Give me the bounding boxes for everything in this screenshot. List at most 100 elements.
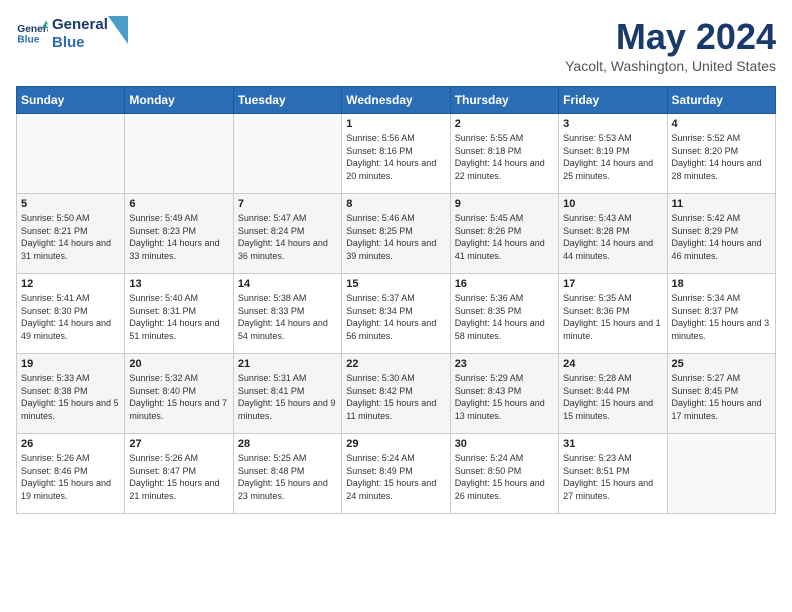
header-monday: Monday xyxy=(125,87,233,114)
calendar-body: 1Sunrise: 5:56 AM Sunset: 8:16 PM Daylig… xyxy=(17,114,776,514)
day-number: 7 xyxy=(238,198,337,210)
calendar-cell xyxy=(233,114,341,194)
calendar-header: SundayMondayTuesdayWednesdayThursdayFrid… xyxy=(17,87,776,114)
day-info: Sunrise: 5:27 AM Sunset: 8:45 PM Dayligh… xyxy=(672,372,771,422)
day-number: 23 xyxy=(455,358,554,370)
logo-line1: General xyxy=(52,16,108,34)
calendar-cell: 4Sunrise: 5:52 AM Sunset: 8:20 PM Daylig… xyxy=(667,114,775,194)
calendar-cell: 19Sunrise: 5:33 AM Sunset: 8:38 PM Dayli… xyxy=(17,354,125,434)
calendar-cell: 2 Sunrise: 5:55 AM Sunset: 8:18 PM Daylig… xyxy=(450,114,558,194)
day-number: 28 xyxy=(238,438,337,450)
header-saturday: Saturday xyxy=(667,87,775,114)
day-number: 9 xyxy=(455,198,554,210)
day-number: 15 xyxy=(346,278,445,290)
calendar-cell: 29 Sunrise: 5:24 AM Sunset: 8:49 PM Dayli… xyxy=(342,434,450,514)
day-number: 2 xyxy=(455,118,554,130)
calendar-cell: 23 Sunrise: 5:29 AM Sunset: 8:43 PM Dayli… xyxy=(450,354,558,434)
day-info: Sunrise: 5:26 AM Sunset: 8:46 PM Dayligh… xyxy=(21,452,120,502)
header-row: SundayMondayTuesdayWednesdayThursdayFrid… xyxy=(17,87,776,114)
day-info: Sunrise: 5:33 AM Sunset: 8:38 PM Dayligh… xyxy=(21,372,120,422)
calendar-cell: 10 Sunrise: 5:43 AM Sunset: 8:28 PM Dayli… xyxy=(559,194,667,274)
calendar-cell: 11Sunrise: 5:42 AM Sunset: 8:29 PM Dayli… xyxy=(667,194,775,274)
day-info: Sunrise: 5:34 AM Sunset: 8:37 PM Dayligh… xyxy=(672,292,771,342)
logo-line2: Blue xyxy=(52,34,108,52)
calendar-cell xyxy=(667,434,775,514)
day-number: 27 xyxy=(129,438,228,450)
calendar-cell xyxy=(125,114,233,194)
header-wednesday: Wednesday xyxy=(342,87,450,114)
calendar-cell: 21Sunrise: 5:31 AM Sunset: 8:41 PM Dayli… xyxy=(233,354,341,434)
calendar-cell: 18 Sunrise: 5:34 AM Sunset: 8:37 PM Dayli… xyxy=(667,274,775,354)
title-area: May 2024 Yacolt, Washington, United Stat… xyxy=(565,16,776,74)
calendar-cell: 8 Sunrise: 5:46 AM Sunset: 8:25 PM Daylig… xyxy=(342,194,450,274)
day-number: 3 xyxy=(563,118,662,130)
day-info: Sunrise: 5:24 AM Sunset: 8:49 PM Dayligh… xyxy=(346,452,445,502)
header-thursday: Thursday xyxy=(450,87,558,114)
logo: General Blue General Blue xyxy=(16,16,128,52)
day-number: 26 xyxy=(21,438,120,450)
day-number: 10 xyxy=(563,198,662,210)
logo-triangle-icon xyxy=(108,16,128,44)
day-info: Sunrise: 5:28 AM Sunset: 8:44 PM Dayligh… xyxy=(563,372,662,422)
calendar-cell: 28 Sunrise: 5:25 AM Sunset: 8:48 PM Dayli… xyxy=(233,434,341,514)
calendar-cell: 31Sunrise: 5:23 AM Sunset: 8:51 PM Dayli… xyxy=(559,434,667,514)
day-number: 20 xyxy=(129,358,228,370)
day-number: 22 xyxy=(346,358,445,370)
day-number: 29 xyxy=(346,438,445,450)
week-row: 26 Sunrise: 5:26 AM Sunset: 8:46 PM Dayli… xyxy=(17,434,776,514)
day-info: Sunrise: 5:40 AM Sunset: 8:31 PM Dayligh… xyxy=(129,292,228,342)
location: Yacolt, Washington, United States xyxy=(565,58,776,74)
logo-icon: General Blue xyxy=(16,18,48,50)
calendar-cell: 30Sunrise: 5:24 AM Sunset: 8:50 PM Dayli… xyxy=(450,434,558,514)
calendar-cell: 7 Sunrise: 5:47 AM Sunset: 8:24 PM Daylig… xyxy=(233,194,341,274)
calendar-cell: 25 Sunrise: 5:27 AM Sunset: 8:45 PM Dayli… xyxy=(667,354,775,434)
day-number: 25 xyxy=(672,358,771,370)
day-info: Sunrise: 5:46 AM Sunset: 8:25 PM Dayligh… xyxy=(346,212,445,262)
header-friday: Friday xyxy=(559,87,667,114)
week-row: 12 Sunrise: 5:41 AM Sunset: 8:30 PM Dayli… xyxy=(17,274,776,354)
day-info: Sunrise: 5:50 AM Sunset: 8:21 PM Dayligh… xyxy=(21,212,120,262)
day-info: Sunrise: 5:37 AM Sunset: 8:34 PM Dayligh… xyxy=(346,292,445,342)
day-info: Sunrise: 5:25 AM Sunset: 8:48 PM Dayligh… xyxy=(238,452,337,502)
day-info: Sunrise: 5:47 AM Sunset: 8:24 PM Dayligh… xyxy=(238,212,337,262)
day-info: Sunrise: 5:31 AM Sunset: 8:41 PM Dayligh… xyxy=(238,372,337,422)
header-sunday: Sunday xyxy=(17,87,125,114)
day-info: Sunrise: 5:29 AM Sunset: 8:43 PM Dayligh… xyxy=(455,372,554,422)
calendar-cell: 26 Sunrise: 5:26 AM Sunset: 8:46 PM Dayli… xyxy=(17,434,125,514)
day-number: 8 xyxy=(346,198,445,210)
day-number: 31 xyxy=(563,438,662,450)
calendar-cell: 9Sunrise: 5:45 AM Sunset: 8:26 PM Daylig… xyxy=(450,194,558,274)
day-info: Sunrise: 5:41 AM Sunset: 8:30 PM Dayligh… xyxy=(21,292,120,342)
day-number: 12 xyxy=(21,278,120,290)
svg-text:Blue: Blue xyxy=(17,34,39,45)
day-info: Sunrise: 5:35 AM Sunset: 8:36 PM Dayligh… xyxy=(563,292,662,342)
calendar-cell: 13 Sunrise: 5:40 AM Sunset: 8:31 PM Dayli… xyxy=(125,274,233,354)
day-number: 18 xyxy=(672,278,771,290)
week-row: 19Sunrise: 5:33 AM Sunset: 8:38 PM Dayli… xyxy=(17,354,776,434)
calendar-cell: 3Sunrise: 5:53 AM Sunset: 8:19 PM Daylig… xyxy=(559,114,667,194)
day-info: Sunrise: 5:26 AM Sunset: 8:47 PM Dayligh… xyxy=(129,452,228,502)
day-info: Sunrise: 5:56 AM Sunset: 8:16 PM Dayligh… xyxy=(346,132,445,182)
day-number: 5 xyxy=(21,198,120,210)
day-number: 24 xyxy=(563,358,662,370)
calendar-cell: 20Sunrise: 5:32 AM Sunset: 8:40 PM Dayli… xyxy=(125,354,233,434)
day-number: 13 xyxy=(129,278,228,290)
calendar-cell: 12 Sunrise: 5:41 AM Sunset: 8:30 PM Dayli… xyxy=(17,274,125,354)
day-number: 17 xyxy=(563,278,662,290)
week-row: 5 Sunrise: 5:50 AM Sunset: 8:21 PM Daylig… xyxy=(17,194,776,274)
day-info: Sunrise: 5:55 AM Sunset: 8:18 PM Dayligh… xyxy=(455,132,554,182)
day-number: 14 xyxy=(238,278,337,290)
day-info: Sunrise: 5:38 AM Sunset: 8:33 PM Dayligh… xyxy=(238,292,337,342)
calendar-cell: 1Sunrise: 5:56 AM Sunset: 8:16 PM Daylig… xyxy=(342,114,450,194)
day-number: 16 xyxy=(455,278,554,290)
calendar-cell: 5 Sunrise: 5:50 AM Sunset: 8:21 PM Daylig… xyxy=(17,194,125,274)
week-row: 1Sunrise: 5:56 AM Sunset: 8:16 PM Daylig… xyxy=(17,114,776,194)
day-number: 30 xyxy=(455,438,554,450)
month-title: May 2024 xyxy=(565,16,776,58)
calendar-cell xyxy=(17,114,125,194)
calendar-cell: 14 Sunrise: 5:38 AM Sunset: 8:33 PM Dayli… xyxy=(233,274,341,354)
calendar-cell: 27 Sunrise: 5:26 AM Sunset: 8:47 PM Dayli… xyxy=(125,434,233,514)
day-info: Sunrise: 5:49 AM Sunset: 8:23 PM Dayligh… xyxy=(129,212,228,262)
day-info: Sunrise: 5:43 AM Sunset: 8:28 PM Dayligh… xyxy=(563,212,662,262)
calendar-cell: 6Sunrise: 5:49 AM Sunset: 8:23 PM Daylig… xyxy=(125,194,233,274)
